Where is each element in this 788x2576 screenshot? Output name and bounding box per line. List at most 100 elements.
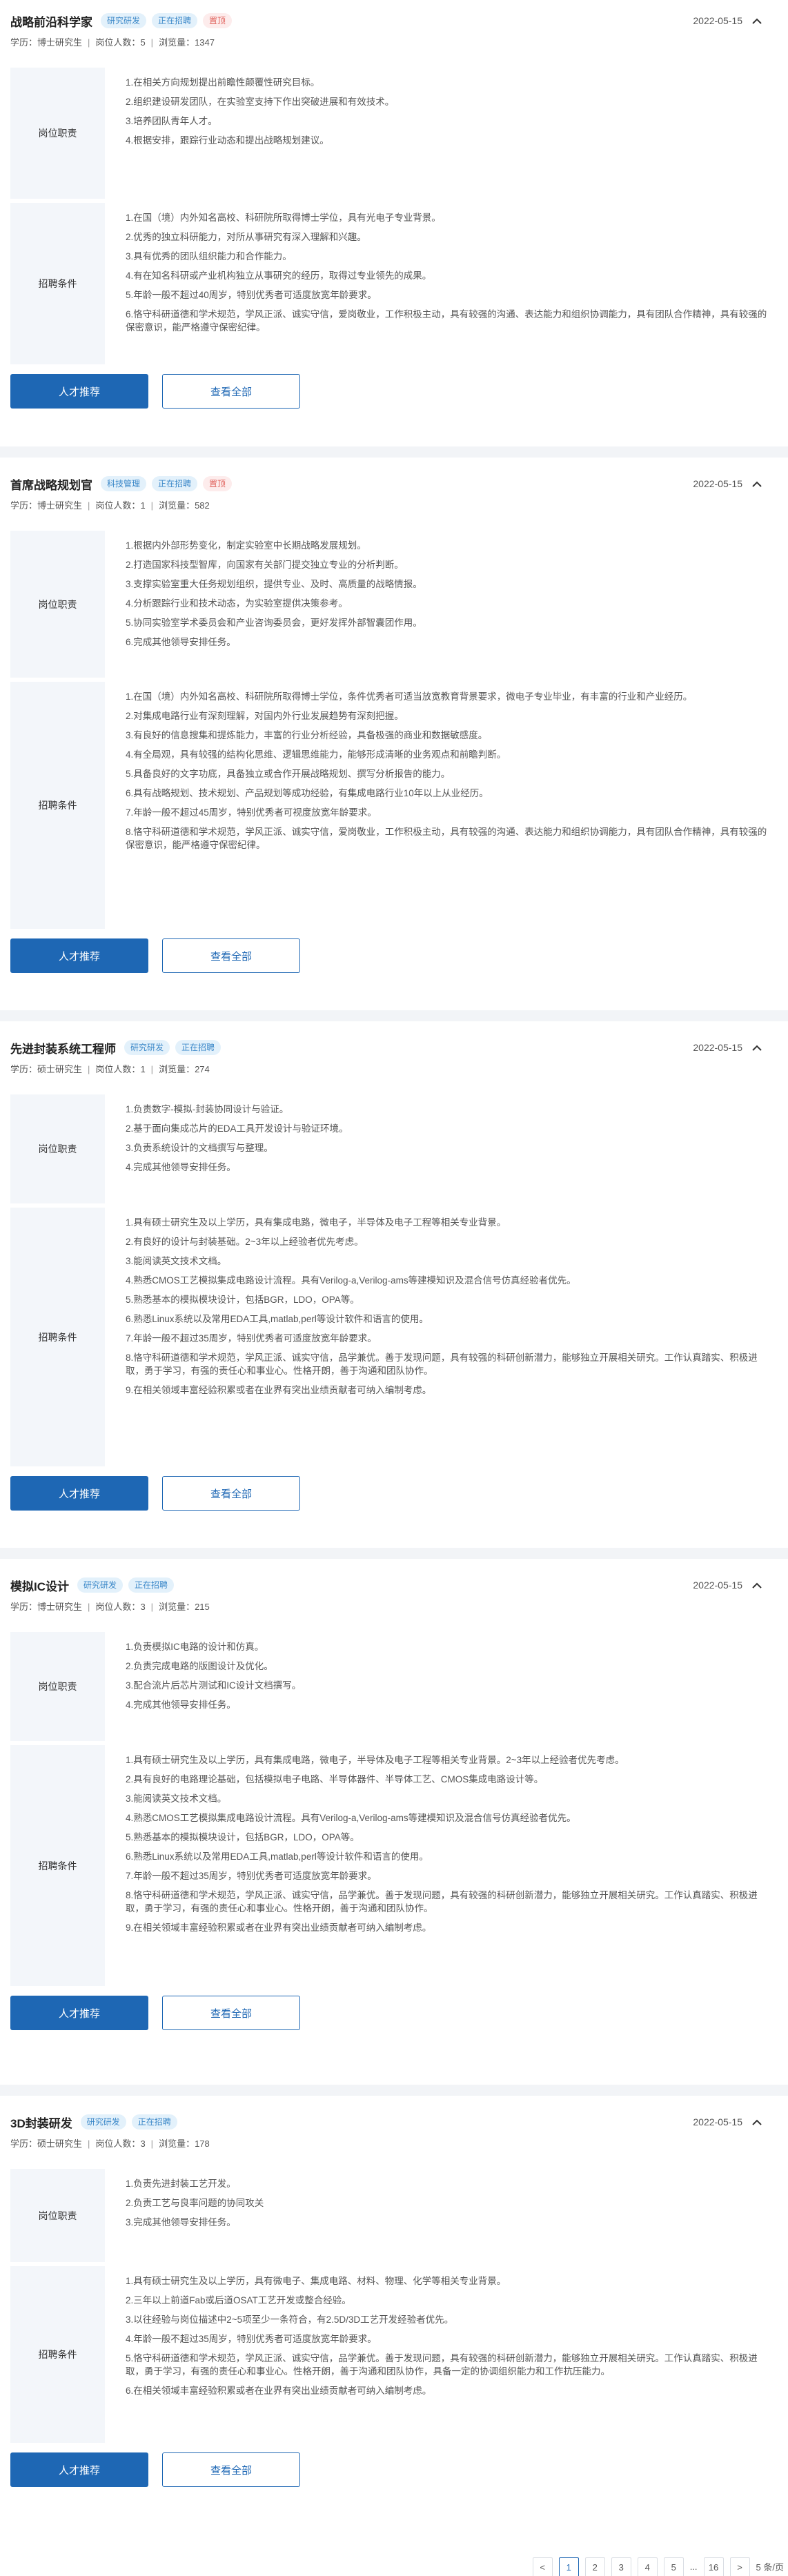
chevron-up-icon[interactable]: [747, 1037, 767, 1058]
requirements-section: 招聘条件 1.具有硕士研究生及以上学历，具有微电子、集成电路、材料、物理、化学等相…: [10, 2266, 767, 2443]
page-ellipsis: ...: [689, 2562, 698, 2572]
list-item: 6.熟悉Linux系统以及常用EDA工具,matlab,perl等设计软件和语言…: [126, 1314, 429, 1324]
list-item: 5.具备良好的文字功底，具备独立或合作开展战略规划、撰写分析报告的能力。: [126, 769, 451, 779]
list-item: 6.具有战略规划、技术规划、产品规划等成功经验，有集成电路行业10年以上从业经历…: [126, 788, 489, 798]
recommend-talent-button[interactable]: 人才推荐: [10, 1996, 148, 2030]
recommend-talent-button[interactable]: 人才推荐: [10, 938, 148, 973]
chevron-up-icon[interactable]: [747, 2112, 767, 2132]
job-title[interactable]: 战略前沿科学家: [10, 12, 92, 30]
job-title[interactable]: 首席战略规划官: [10, 475, 92, 493]
list-item: 1.负责数字-模拟-封装协同设计与验证。: [126, 1104, 289, 1114]
section-body: 1.在相关方向规划提出前瞻性颠覆性研究目标。 2.组织建设研发团队，在实验室支持下…: [105, 68, 767, 199]
section-divider: [0, 446, 788, 458]
views-value: 215: [195, 1602, 210, 1612]
page-button-5[interactable]: 5: [663, 2557, 684, 2576]
page-button-4[interactable]: 4: [637, 2557, 658, 2576]
page-button-1[interactable]: 1: [558, 2557, 579, 2576]
list-item: 2.基于面向集成芯片的EDA工具开发设计与验证环境。: [126, 1123, 348, 1134]
list-item: 4.有全局观，具有较强的结构化思维、逻辑思维能力，能够形成清晰的业务观点和前瞻判…: [126, 749, 506, 760]
section-body: 1.具有硕士研究生及以上学历，具有集成电路，微电子，半导体及电子工程等相关专业背…: [105, 1208, 767, 1466]
duties-section: 岗位职责 1.负责模拟IC电路的设计和仿真。 2.负责完成电路的版图设计及优化。 3.…: [10, 1632, 767, 1741]
job-header: 首席战略规划官 科技管理 正在招聘 置顶 2022-05-15: [10, 470, 767, 498]
page-prev-button[interactable]: <: [532, 2557, 553, 2576]
view-all-button[interactable]: 查看全部: [162, 374, 300, 409]
job-date: 2022-05-15: [693, 1580, 742, 1591]
chevron-up-icon[interactable]: [747, 1575, 767, 1595]
list-item: 4.熟悉CMOS工艺模拟集成电路设计流程。具有Verilog-a,Verilog…: [126, 1813, 576, 1823]
page-button-3[interactable]: 3: [611, 2557, 631, 2576]
duties-label: 岗位职责: [10, 1094, 105, 1203]
list-item: 2.具有良好的电路理论基础，包括模拟电子电路、半导体器件、半导体工艺、CMOS集…: [126, 1774, 544, 1784]
headcount-label: 岗位人数：: [95, 37, 141, 48]
job-title[interactable]: 先进封装系统工程师: [10, 1039, 116, 1056]
headcount-label: 岗位人数：: [95, 1602, 141, 1612]
chevron-up-icon[interactable]: [747, 473, 767, 494]
headcount-value: 1: [140, 1064, 146, 1074]
job-tag: 研究研发: [124, 1040, 170, 1055]
chevron-up-icon[interactable]: [747, 10, 767, 31]
headcount-label: 岗位人数：: [95, 500, 141, 511]
job-tag: 科技管理: [101, 476, 147, 491]
section-body: 1.根据内外部形势变化，制定实验室中长期战略发展规划。 2.打造国家科技型智库，向…: [105, 531, 767, 678]
page-next-button[interactable]: >: [729, 2557, 750, 2576]
job-tag: 置顶: [203, 13, 233, 28]
recommend-talent-button[interactable]: 人才推荐: [10, 2452, 148, 2487]
page-button-2[interactable]: 2: [584, 2557, 605, 2576]
list-item: 5.熟悉基本的模拟模块设计，包括BGR，LDO，OPA等。: [126, 1832, 359, 1842]
education-value: 博士研究生: [37, 1602, 83, 1612]
job-date: 2022-05-15: [693, 478, 742, 489]
headcount-value: 5: [140, 37, 146, 48]
duties-section: 岗位职责 1.负责先进封装工艺开发。 2.负责工艺与良率问题的协同攻关 3.完成其他领…: [10, 2169, 767, 2262]
list-item: 4.熟悉CMOS工艺模拟集成电路设计流程。具有Verilog-a,Verilog…: [126, 1275, 576, 1286]
list-item: 1.根据内外部形势变化，制定实验室中长期战略发展规划。: [126, 540, 366, 551]
list-item: 1.具有硕士研究生及以上学历，具有集成电路，微电子，半导体及电子工程等相关专业背…: [126, 1755, 624, 1765]
headcount-value: 3: [140, 1602, 146, 1612]
list-item: 2.有良好的设计与封装基础。2~3年以上经验者优先考虑。: [126, 1237, 364, 1247]
view-all-button[interactable]: 查看全部: [162, 1476, 300, 1511]
list-item: 3.负责系统设计的文档撰写与整理。: [126, 1143, 273, 1153]
page-size-select[interactable]: 5 条/页: [756, 2557, 788, 2576]
duties-label: 岗位职责: [10, 2169, 105, 2262]
job-meta: 学历：硕士研究生 | 岗位人数：1 | 浏览量：274: [10, 1061, 767, 1078]
education-value: 博士研究生: [37, 500, 83, 511]
views-label: 浏览量：: [159, 1064, 195, 1074]
recommend-talent-button[interactable]: 人才推荐: [10, 1476, 148, 1511]
list-item: 3.有良好的信息搜集和提炼能力，丰富的行业分析经验，具备极强的商业和数据敏感度。: [126, 730, 488, 740]
view-all-button[interactable]: 查看全部: [162, 1996, 300, 2030]
section-divider: [0, 1548, 788, 1559]
view-all-button[interactable]: 查看全部: [162, 938, 300, 973]
job-title[interactable]: 模拟IC设计: [10, 1577, 69, 1594]
meta-separator: |: [88, 37, 90, 48]
list-item: 3.配合流片后芯片测试和IC设计文档撰写。: [126, 1680, 302, 1691]
job-date: 2022-05-15: [693, 2116, 742, 2127]
section-body: 1.具有硕士研究生及以上学历，具有集成电路，微电子，半导体及电子工程等相关专业背…: [105, 1745, 767, 1986]
requirements-label: 招聘条件: [10, 1745, 105, 1986]
job-card: 战略前沿科学家 研究研发 正在招聘 置顶 2022-05-15 学历：博士研究生 | 岗位人数…: [0, 7, 788, 409]
headcount-label: 岗位人数：: [95, 1064, 141, 1074]
section-body: 1.负责先进封装工艺开发。 2.负责工艺与良率问题的协同攻关 3.完成其他领导安排任…: [105, 2169, 767, 2262]
list-item: 3.能阅读英文技术文档。: [126, 1256, 227, 1266]
list-item: 4.完成其他领导安排任务。: [126, 1700, 236, 1710]
list-item: 3.能阅读英文技术文档。: [126, 1793, 227, 1804]
page-button-last[interactable]: 16: [703, 2557, 724, 2576]
list-item: 8.恪守科研道德和学术规范，学风正派、诚实守信，品学兼优。善于发现问题，具有较强…: [126, 1890, 758, 1914]
view-all-button[interactable]: 查看全部: [162, 2452, 300, 2487]
recommend-talent-button[interactable]: 人才推荐: [10, 374, 148, 409]
duties-label: 岗位职责: [10, 531, 105, 678]
list-item: 1.负责模拟IC电路的设计和仿真。: [126, 1642, 264, 1652]
requirements-label: 招聘条件: [10, 2266, 105, 2443]
list-item: 3.完成其他领导安排任务。: [126, 2217, 236, 2228]
job-title[interactable]: 3D封装研发: [10, 2114, 72, 2131]
job-card: 首席战略规划官 科技管理 正在招聘 置顶 2022-05-15 学历：博士研究生 | 岗位人数…: [0, 470, 788, 973]
job-actions: 人才推荐 查看全部: [10, 374, 767, 409]
job-header: 战略前沿科学家 研究研发 正在招聘 置顶 2022-05-15: [10, 7, 767, 35]
views-label: 浏览量：: [159, 1602, 195, 1612]
list-item: 2.优秀的独立科研能力，对所从事研究有深入理解和兴趣。: [126, 232, 366, 242]
